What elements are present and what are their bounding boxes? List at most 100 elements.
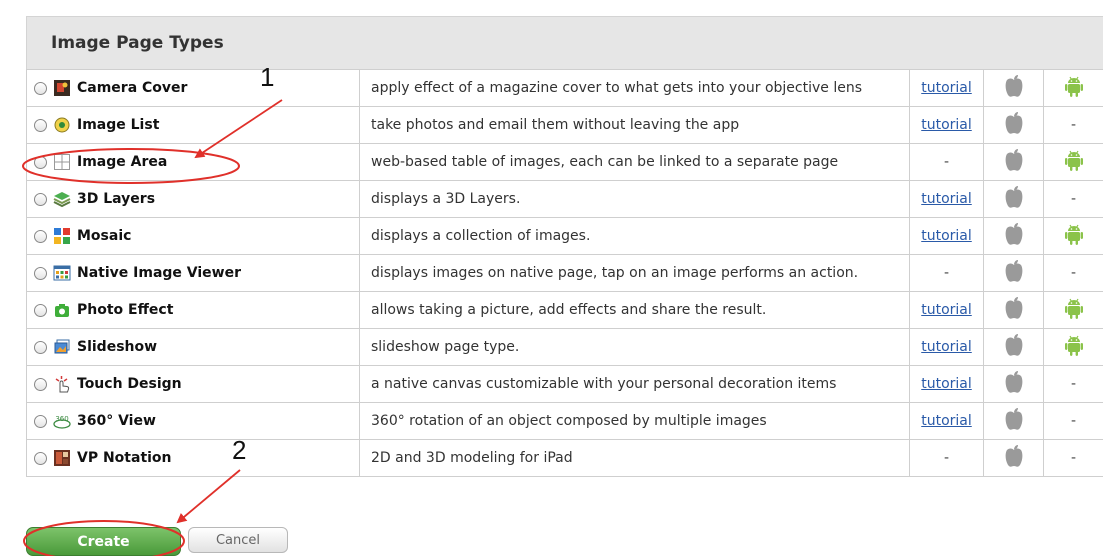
page-type-name-cell: Photo Effect <box>26 291 360 329</box>
tutorial-cell: tutorial <box>909 69 984 107</box>
page-type-row-photo-effect[interactable]: Photo Effect allows taking a picture, add… <box>26 291 1103 329</box>
page-type-row-native-image-viewer[interactable]: Native Image Viewer displays images on na… <box>26 254 1103 292</box>
page-type-radio-camera-cover[interactable] <box>34 81 47 95</box>
page-type-name: Native Image Viewer <box>77 265 242 281</box>
page-type-radio-vp-notation[interactable] <box>34 451 47 465</box>
tutorial-link[interactable]: tutorial <box>921 339 972 355</box>
tutorial-link[interactable]: tutorial <box>921 376 972 392</box>
tutorial-cell: tutorial <box>909 365 984 403</box>
apple-icon <box>1004 297 1024 324</box>
tutorial-link[interactable]: tutorial <box>921 302 972 318</box>
tutorial-cell: tutorial <box>909 291 984 329</box>
android-unavailable-mark: - <box>1070 191 1077 207</box>
ios-cell <box>983 180 1044 218</box>
page-type-row-camera-cover[interactable]: Camera Cover apply effect of a magazine c… <box>26 69 1103 107</box>
page-type-radio-touch-design[interactable] <box>34 377 47 391</box>
page-type-description: displays images on native page, tap on a… <box>359 254 910 292</box>
page-type-name-cell: Native Image Viewer <box>26 254 360 292</box>
android-cell <box>1043 217 1103 255</box>
tutorial-link[interactable]: tutorial <box>921 413 972 429</box>
tutorial-cell: - <box>909 254 984 292</box>
page-type-row-image-list[interactable]: Image List take photos and email them wit… <box>26 106 1103 144</box>
android-icon <box>1064 150 1084 176</box>
page-type-name: Mosaic <box>77 228 132 244</box>
no-tutorial-mark: - <box>943 265 950 281</box>
page-type-radio-mosaic[interactable] <box>34 229 47 243</box>
page-type-name-cell: Touch Design <box>26 365 360 403</box>
page-type-name-cell: 360 360° View <box>26 402 360 440</box>
apple-icon <box>1004 75 1024 102</box>
android-cell <box>1043 143 1103 181</box>
page-type-name-cell: Slideshow <box>26 328 360 366</box>
tutorial-link[interactable]: tutorial <box>921 228 972 244</box>
page-type-description: slideshow page type. <box>359 328 910 366</box>
ios-cell <box>983 69 1044 107</box>
page-type-name-cell: Image List <box>26 106 360 144</box>
ios-cell <box>983 254 1044 292</box>
android-cell: - <box>1043 365 1103 403</box>
page-type-radio-slideshow[interactable] <box>34 340 47 354</box>
page-type-name-cell: Image Area <box>26 143 360 181</box>
page-type-row-mosaic[interactable]: Mosaic displays a collection of images. tu… <box>26 217 1103 255</box>
tutorial-link[interactable]: tutorial <box>921 80 972 96</box>
page-type-radio-3d-layers[interactable] <box>34 192 47 206</box>
page-type-description: apply effect of a magazine cover to what… <box>359 69 910 107</box>
ios-cell <box>983 328 1044 366</box>
page-type-description: web-based table of images, each can be l… <box>359 143 910 181</box>
page-type-radio-image-list[interactable] <box>34 118 47 132</box>
apple-icon <box>1004 149 1024 176</box>
page-type-name-cell: Mosaic <box>26 217 360 255</box>
page-type-description: a native canvas customizable with your p… <box>359 365 910 403</box>
apple-icon <box>1004 445 1024 472</box>
android-cell: - <box>1043 439 1103 477</box>
page-type-row-slideshow[interactable]: Slideshow slideshow page type. tutorial <box>26 328 1103 366</box>
tutorial-link[interactable]: tutorial <box>921 117 972 133</box>
ios-cell <box>983 217 1044 255</box>
page-type-description: 2D and 3D modeling for iPad <box>359 439 910 477</box>
android-cell: - <box>1043 180 1103 218</box>
android-icon <box>1064 335 1084 361</box>
android-unavailable-mark: - <box>1070 265 1077 281</box>
cancel-button[interactable]: Cancel <box>188 527 288 553</box>
tutorial-link[interactable]: tutorial <box>921 191 972 207</box>
page-type-radio-360-view[interactable] <box>34 414 47 428</box>
panel-title: Image Page Types <box>26 16 1103 69</box>
image-list-icon <box>53 116 71 134</box>
native-image-viewer-icon <box>53 264 71 282</box>
page-type-row-vp-notation[interactable]: VP Notation 2D and 3D modeling for iPad - - <box>26 439 1103 477</box>
android-unavailable-mark: - <box>1070 376 1077 392</box>
apple-icon <box>1004 334 1024 361</box>
apple-icon <box>1004 408 1024 435</box>
page-type-name: VP Notation <box>77 450 172 466</box>
page-type-radio-native-image-viewer[interactable] <box>34 266 47 280</box>
android-cell <box>1043 291 1103 329</box>
page-type-row-3d-layers[interactable]: 3D Layers displays a 3D Layers. tutorial - <box>26 180 1103 218</box>
page-type-name: Image Area <box>77 154 168 170</box>
photo-effect-icon <box>53 301 71 319</box>
page-type-radio-image-area[interactable] <box>34 155 47 169</box>
page-type-description: displays a 3D Layers. <box>359 180 910 218</box>
page-type-description: displays a collection of images. <box>359 217 910 255</box>
page-type-radio-photo-effect[interactable] <box>34 303 47 317</box>
image-page-types-panel: Image Page Types Camera Cover apply effec… <box>26 16 1103 516</box>
page-type-row-touch-design[interactable]: Touch Design a native canvas customizable… <box>26 365 1103 403</box>
page-type-row-image-area[interactable]: Image Area web-based table of images, eac… <box>26 143 1103 181</box>
android-icon <box>1064 76 1084 102</box>
apple-icon <box>1004 260 1024 287</box>
android-unavailable-mark: - <box>1070 413 1077 429</box>
page-type-name: Image List <box>77 117 160 133</box>
page-type-description: 360° rotation of an object composed by m… <box>359 402 910 440</box>
create-button[interactable]: Create <box>26 527 181 556</box>
ios-cell <box>983 402 1044 440</box>
page-types-table: Camera Cover apply effect of a magazine c… <box>26 69 1103 477</box>
page-type-row-360-view[interactable]: 360 360° View 360° rotation of an object c… <box>26 402 1103 440</box>
page-type-name-cell: Camera Cover <box>26 69 360 107</box>
page-type-name-cell: VP Notation <box>26 439 360 477</box>
apple-icon <box>1004 371 1024 398</box>
page-type-name: Camera Cover <box>77 80 188 96</box>
360-view-icon: 360 <box>53 412 71 430</box>
android-cell: - <box>1043 106 1103 144</box>
android-unavailable-mark: - <box>1070 450 1077 466</box>
android-cell: - <box>1043 254 1103 292</box>
ios-cell <box>983 143 1044 181</box>
